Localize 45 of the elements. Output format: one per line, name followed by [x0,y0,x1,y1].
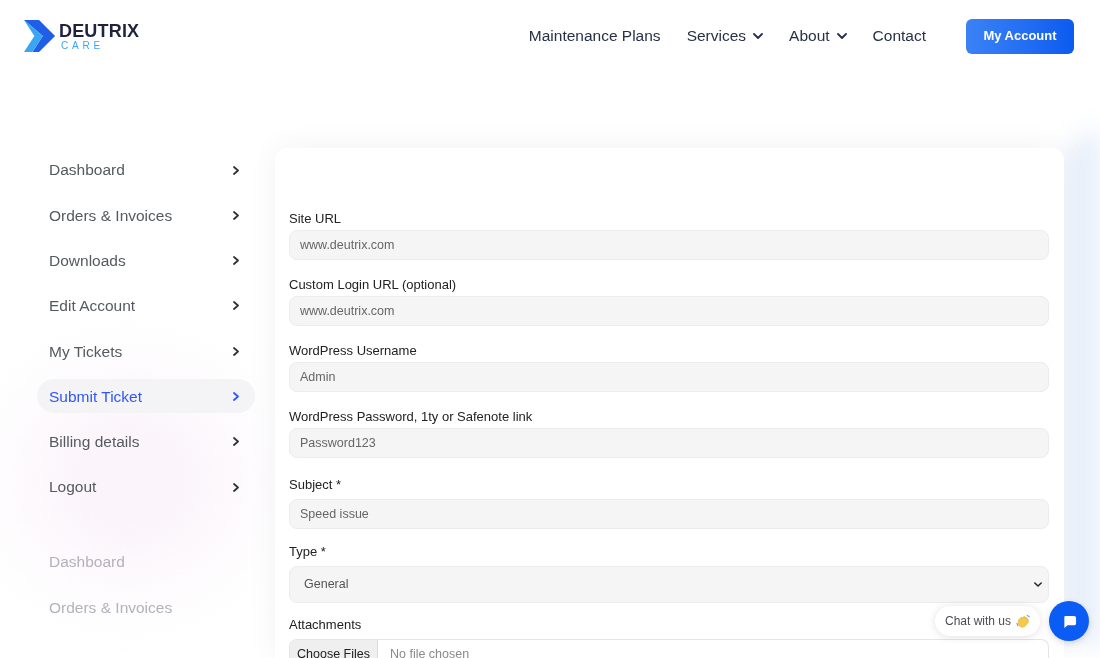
nav-link[interactable]: Services [686,26,764,46]
field-label: WordPress Username [289,343,417,359]
field-label: Attachments [289,617,362,633]
chat-bubble-icon [1061,613,1077,629]
chat-prompt[interactable]: Chat with us [935,606,1041,636]
logo-tagline: CARE [61,40,105,51]
field-label: Type * [289,543,326,560]
logo-name: DEUTRIX [59,21,140,40]
nav-link[interactable]: About [789,26,847,46]
type-select[interactable]: General [289,565,1049,603]
field-label: Subject * [289,477,342,493]
nav-link[interactable]: Maintenance Plans [528,26,661,46]
text-input[interactable]: Admin [289,362,1049,392]
sidebar-item[interactable]: Billing details [37,424,255,459]
nav-link[interactable]: Contact [872,26,926,46]
chevron-right-icon [233,165,239,175]
faded-menu-text: Dashboard [49,553,125,572]
sidebar-item[interactable]: Downloads [37,243,255,278]
chevron-right-icon [233,256,239,266]
my-account-button[interactable]: My Account [966,18,1074,54]
sidebar-item[interactable]: Edit Account [37,288,255,323]
file-status-text: No file chosen [389,647,470,658]
text-input[interactable]: www.deutrix.com [289,296,1049,326]
chevron-right-icon [233,346,239,356]
chevron-right-icon [233,482,239,492]
chevron-down-icon [1034,581,1042,587]
field-label: WordPress Password, 1ty or Safenote link [289,409,533,425]
chevron-right-icon [233,437,239,447]
waving-hand-icon [1016,613,1032,629]
chevron-right-icon [233,301,239,311]
sidebar-item[interactable]: Logout [37,470,255,505]
sidebar-item[interactable]: My Tickets [37,334,255,369]
chevron-right-icon [233,392,239,401]
sidebar-item[interactable]: Submit Ticket [37,379,255,414]
logo-icon [24,19,56,53]
sidebar-item[interactable]: Dashboard [37,153,255,187]
faded-menu-text: Orders & Invoices [49,599,173,618]
text-input[interactable]: Password123 [289,428,1049,458]
choose-files-button[interactable]: Choose Files [290,640,378,658]
field-label: Site URL [289,211,342,227]
sidebar-item[interactable]: Orders & Invoices [37,198,255,233]
chevron-right-icon [233,210,239,220]
field-label: Custom Login URL (optional) [289,277,457,293]
text-input[interactable]: Speed issue [289,499,1049,529]
text-input[interactable]: www.deutrix.com [289,230,1049,260]
